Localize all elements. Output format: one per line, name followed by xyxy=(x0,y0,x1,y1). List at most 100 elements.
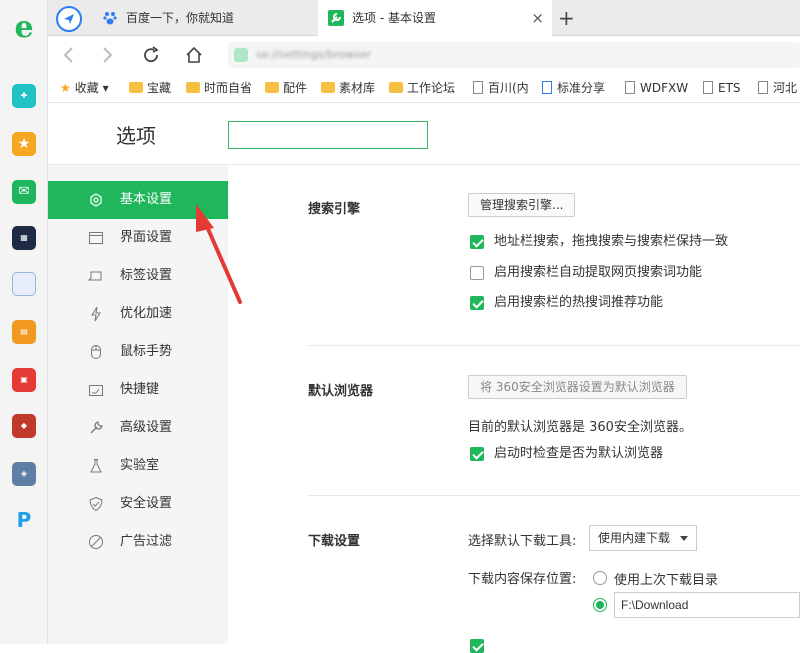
sidebar-item-tabs[interactable]: 标签设置 xyxy=(48,257,228,295)
health-app-icon[interactable]: ✚ xyxy=(12,84,36,108)
page-icon xyxy=(703,81,713,94)
pdf-app-icon[interactable]: P xyxy=(12,508,36,532)
tab-icon xyxy=(88,271,102,281)
bookmark-folder[interactable]: 时而自省 xyxy=(186,73,252,102)
sidebar-item-advanced[interactable]: 高级设置 xyxy=(48,409,228,447)
caret-down-icon: ▾ xyxy=(102,81,109,95)
chevron-down-icon xyxy=(680,536,688,541)
address-bar[interactable]: se://settings/browser xyxy=(228,42,800,68)
lightning-icon xyxy=(91,306,101,322)
window-icon xyxy=(89,232,103,244)
address-url: se://settings/browser xyxy=(256,48,372,61)
navigation-bar: se://settings/browser xyxy=(48,37,800,73)
checkbox-checked[interactable] xyxy=(470,447,484,461)
sidebar-item-adblock[interactable]: 广告过滤 xyxy=(48,523,228,561)
flask-icon xyxy=(90,459,102,473)
checkbox-row[interactable]: 启动时检查是否为默认浏览器 xyxy=(470,446,663,462)
folder-icon xyxy=(389,82,403,93)
new-tab-button[interactable]: + xyxy=(558,0,575,36)
set-default-browser-button[interactable]: 将 360安全浏览器设置为默认浏览器 xyxy=(468,375,687,399)
shield-icon xyxy=(89,496,103,512)
sidebar-item-mouse[interactable]: 鼠标手势 xyxy=(48,333,228,371)
news-app-icon[interactable]: ▦ xyxy=(12,226,36,250)
block-icon xyxy=(89,535,103,549)
refresh-icon[interactable] xyxy=(142,46,160,64)
sidebar-item-speed[interactable]: 优化加速 xyxy=(48,295,228,333)
tab-baidu[interactable]: 百度一下，你就知道 xyxy=(92,0,316,36)
bookmark-page[interactable]: 标准分享 xyxy=(542,73,605,102)
bookmark-favorites[interactable]: ★ 收藏 ▾ xyxy=(60,73,109,102)
folder-icon xyxy=(186,82,200,93)
download-tool-select[interactable]: 使用内建下载 xyxy=(589,525,697,551)
download-tool-label: 选择默认下载工具: xyxy=(468,534,577,549)
settings-sidebar: 基本设置 界面设置 标签设置 优化加速 鼠标手势 快捷键 高级设置 实验室 安全… xyxy=(48,165,228,644)
mail-app-icon[interactable]: ✉ xyxy=(12,180,36,204)
section-title-search: 搜索引擎 xyxy=(308,202,361,217)
wrench-tab-icon xyxy=(328,10,344,26)
last-dir-option-label: 使用上次下载目录 xyxy=(614,573,719,588)
checkbox-row[interactable]: 启用搜索栏的热搜词推荐功能 xyxy=(470,295,663,311)
favorites-app-icon[interactable]: ★ xyxy=(12,132,36,156)
sidebar-item-basic[interactable]: 基本设置 xyxy=(48,181,228,219)
tab-options[interactable]: 选项 - 基本设置 × xyxy=(318,0,552,36)
divider xyxy=(308,345,800,346)
close-tab-icon[interactable]: × xyxy=(531,0,544,36)
bookmark-page[interactable]: WDFXW xyxy=(625,73,688,102)
section-title-download: 下载设置 xyxy=(308,534,361,549)
gear-icon xyxy=(90,193,102,207)
tab-label: 百度一下，你就知道 xyxy=(126,11,235,25)
default-browser-status: 目前的默认浏览器是 360安全浏览器。 xyxy=(468,420,692,435)
paw-icon xyxy=(103,12,117,25)
bookmark-folder[interactable]: 工作论坛 xyxy=(389,73,455,102)
mouse-icon xyxy=(91,345,101,359)
settings-page: 选项 基本设置 界面设置 标签设置 优化加速 鼠标手势 快捷键 高级设置 实验室… xyxy=(48,104,800,653)
radio-custom-path[interactable] xyxy=(593,598,607,612)
manage-search-engines-button[interactable]: 管理搜索引擎... xyxy=(468,193,576,217)
sidebar-item-security[interactable]: 安全设置 xyxy=(48,485,228,523)
sidebar-item-interface[interactable]: 界面设置 xyxy=(48,219,228,257)
bookmark-folder[interactable]: 配件 xyxy=(265,73,307,102)
folder-icon xyxy=(321,82,335,93)
page-icon xyxy=(473,81,483,94)
page-icon xyxy=(625,81,635,94)
download-path-input[interactable] xyxy=(614,592,800,618)
settings-search-input[interactable] xyxy=(228,121,428,149)
download-location-label: 下载内容保存位置: xyxy=(468,572,577,587)
back-icon[interactable] xyxy=(62,46,76,64)
game2-app-icon[interactable]: ◈ xyxy=(12,462,36,486)
checkbox-checked[interactable] xyxy=(470,296,484,310)
back-circle-icon[interactable] xyxy=(56,6,82,32)
sidebar-item-shortcuts[interactable]: 快捷键 xyxy=(48,371,228,409)
home-icon[interactable] xyxy=(184,45,204,65)
keyboard-icon xyxy=(89,385,103,396)
app-sidebar: e ✚ ★ ✉ ▦ ▤ ▣ ◆ ◈ P xyxy=(0,0,48,644)
section-title-default-browser: 默认浏览器 xyxy=(308,384,374,399)
divider xyxy=(308,495,800,496)
game-app-icon[interactable]: ◆ xyxy=(12,414,36,438)
bookmark-page[interactable]: ETS xyxy=(703,73,741,102)
checkbox-checked[interactable] xyxy=(470,235,484,249)
bookmark-folder[interactable]: 宝藏 xyxy=(129,73,171,102)
star-icon: ★ xyxy=(60,81,71,95)
folder-icon xyxy=(129,82,143,93)
checkbox-checked[interactable] xyxy=(470,639,484,653)
bookmark-page[interactable]: 河北 xyxy=(758,73,797,102)
bookmark-folder[interactable]: 素材库 xyxy=(321,73,375,102)
page-icon xyxy=(542,81,552,94)
folder-icon xyxy=(265,82,279,93)
docs-app-icon[interactable] xyxy=(12,272,36,296)
checkbox-unchecked[interactable] xyxy=(470,266,484,280)
tab-label: 选项 - 基本设置 xyxy=(352,11,436,25)
sidebar-item-lab[interactable]: 实验室 xyxy=(48,447,228,485)
bookmark-page[interactable]: 百川(内 xyxy=(473,73,529,102)
checkbox-row[interactable]: 启用搜索栏自动提取网页搜索词功能 xyxy=(470,265,702,281)
novel-app-icon[interactable]: ▤ xyxy=(12,320,36,344)
shop-app-icon[interactable]: ▣ xyxy=(12,368,36,392)
site-security-icon xyxy=(234,48,248,62)
radio-last-dir[interactable] xyxy=(593,571,607,585)
wrench-icon xyxy=(90,421,103,434)
bookmarks-bar: ★ 收藏 ▾ 宝藏 时而自省 配件 素材库 工作论坛 百川(内 标准分享 WDFX… xyxy=(48,73,800,103)
checkbox-row[interactable]: 地址栏搜索，拖拽搜索与搜索栏保持一致 xyxy=(470,234,728,250)
browser-logo-icon[interactable]: e xyxy=(10,13,38,43)
forward-icon[interactable] xyxy=(100,46,114,64)
